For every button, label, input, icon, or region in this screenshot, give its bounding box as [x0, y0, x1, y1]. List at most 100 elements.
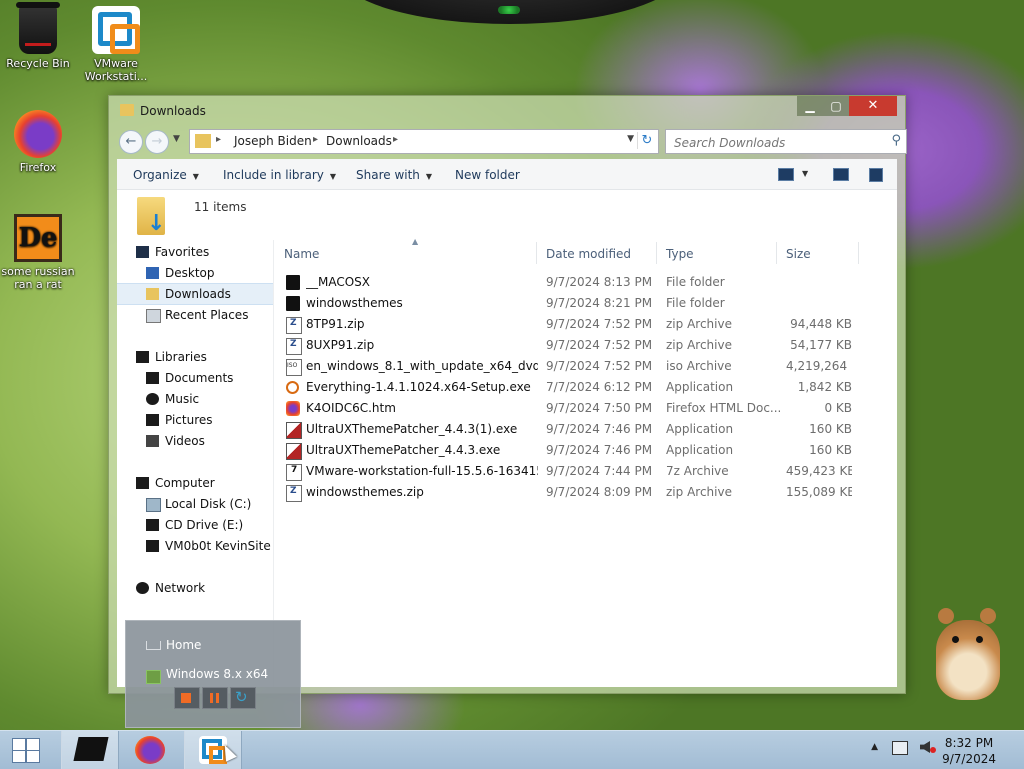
clock[interactable]: 8:32 PM 9/7/2024 [942, 735, 996, 767]
file-row[interactable]: en_windows_8.1_with_update_x64_dvd_6... 9… [274, 356, 897, 377]
nav-videos[interactable]: Videos [117, 431, 273, 451]
nav-recent-places[interactable]: Recent Places [117, 305, 273, 325]
address-dropdown-icon[interactable]: ▼ [627, 134, 634, 144]
desktop-icon-recycle-bin[interactable]: Recycle Bin [0, 2, 76, 70]
popup-vm[interactable]: Windows 8.x x64 [166, 667, 268, 681]
file-row[interactable]: Everything-1.4.1.1024.x64-Setup.exe 7/7/2… [274, 377, 897, 398]
nav-network-share[interactable]: VM0b0t KevinSite [117, 536, 273, 556]
nav-network[interactable]: Network [117, 578, 273, 598]
sort-ascending-icon: ▲ [412, 237, 419, 246]
column-size[interactable]: Size [776, 240, 856, 266]
minimize-button[interactable]: ▁ [797, 96, 823, 116]
file-row[interactable]: 8UXP91.zip 9/7/2024 7:52 PM zip Archive 54,… [274, 335, 897, 356]
file-type: zip Archive [666, 338, 732, 352]
file-row[interactable]: K4OIDC6C.htm 9/7/2024 7:50 PM Firefox HTML… [274, 398, 897, 419]
stop-button[interactable] [174, 687, 200, 709]
vm-icon [146, 670, 161, 684]
share-with-menu[interactable]: Share with ▼ [356, 168, 432, 182]
forward-button[interactable]: → [145, 130, 169, 154]
taskbar-terminal[interactable] [61, 731, 119, 769]
file-size: 0 KB [824, 401, 852, 415]
help-icon[interactable] [869, 168, 883, 182]
title-bar[interactable]: Downloads ▁ ▢ ✕ [109, 96, 905, 122]
zip-icon [286, 338, 302, 355]
explorer-content: Organize ▼ Include in library ▼ Share with… [117, 159, 897, 687]
taskbar-firefox[interactable] [123, 731, 179, 769]
search-box[interactable]: ⚲ [665, 129, 907, 154]
clock-date: 9/7/2024 [942, 752, 996, 766]
close-button[interactable]: ✕ [849, 96, 897, 116]
column-label: Name [284, 247, 320, 261]
file-date: 9/7/2024 7:44 PM [546, 464, 653, 478]
file-size: 1,842 KB [797, 380, 852, 394]
network-icon [136, 582, 149, 594]
file-date: 9/7/2024 8:13 PM [546, 275, 653, 289]
nav-local-disk[interactable]: Local Disk (C:) [117, 494, 273, 514]
breadcrumb-separator-icon[interactable]: ▸ [393, 134, 398, 145]
desktop-icon-firefox[interactable]: Firefox [0, 110, 76, 174]
pause-button[interactable] [202, 687, 228, 709]
computer-icon [136, 477, 149, 489]
column-type[interactable]: Type [656, 240, 776, 266]
volume-icon[interactable] [920, 741, 930, 753]
file-date: 9/7/2024 8:21 PM [546, 296, 653, 310]
preview-pane-icon[interactable] [833, 168, 849, 181]
breadcrumb-separator-icon[interactable]: ▸ [313, 134, 318, 145]
column-name[interactable]: Name ▲ [274, 237, 534, 266]
column-date-modified[interactable]: Date modified [536, 240, 656, 266]
nav-documents[interactable]: Documents [117, 368, 273, 388]
file-row[interactable]: 8TP91.zip 9/7/2024 7:52 PM zip Archive 94,4… [274, 314, 897, 335]
nav-desktop[interactable]: Desktop [117, 263, 273, 283]
address-bar[interactable]: ▸ Joseph Biden ▸ Downloads ▸ ▼ ↻ [189, 129, 659, 154]
breadcrumb-separator-icon[interactable]: ▸ [216, 134, 221, 145]
file-row[interactable]: VMware-workstation-full-15.5.6-1634150..… [274, 461, 897, 482]
file-size: 155,089 KB [786, 485, 852, 499]
maximize-button[interactable]: ▢ [823, 96, 849, 116]
folder-icon [286, 275, 300, 290]
breadcrumb-downloads[interactable]: Downloads [326, 134, 392, 148]
include-in-library-menu[interactable]: Include in library ▼ [223, 168, 336, 182]
file-name: UltraUXThemePatcher_4.4.3(1).exe [306, 422, 518, 436]
libraries-icon [136, 351, 149, 363]
nav-libraries[interactable]: Libraries [117, 347, 273, 367]
nav-cd-drive[interactable]: CD Drive (E:) [117, 515, 273, 535]
new-folder-button[interactable]: New folder [455, 168, 520, 182]
caption-buttons: ▁ ▢ ✕ [797, 96, 897, 116]
desktop-icon-de[interactable]: De some russian ran a rat [0, 214, 76, 291]
vmware-icon [92, 6, 140, 54]
file-type: zip Archive [666, 317, 732, 331]
file-row[interactable]: UltraUXThemePatcher_4.4.3(1).exe 9/7/2024… [274, 419, 897, 440]
organize-menu[interactable]: Organize ▼ [133, 168, 199, 182]
nav-music[interactable]: Music [117, 389, 273, 409]
network-status-icon[interactable] [892, 741, 908, 755]
column-label: Size [786, 247, 811, 261]
breadcrumb-joseph-biden[interactable]: Joseph Biden [234, 134, 312, 148]
column-label: Type [666, 247, 694, 261]
search-icon[interactable]: ⚲ [891, 133, 901, 148]
folder-icon [286, 296, 300, 311]
popup-home[interactable]: Home [166, 638, 201, 652]
file-row[interactable]: __MACOSX 9/7/2024 8:13 PM File folder [274, 272, 897, 293]
file-row[interactable]: windowsthemes 9/7/2024 8:21 PM File folder [274, 293, 897, 314]
7z-icon [286, 464, 302, 481]
back-button[interactable]: ← [119, 130, 143, 154]
nav-downloads[interactable]: Downloads [117, 283, 273, 305]
nav-label: Recent Places [165, 308, 249, 322]
search-input[interactable] [672, 132, 876, 153]
home-icon [146, 641, 161, 650]
nav-computer[interactable]: Computer [117, 473, 273, 493]
desktop-icon-vmware[interactable]: VMware Workstati... [78, 6, 154, 83]
refresh-icon[interactable]: ↻ [637, 132, 656, 149]
nav-favorites[interactable]: Favorites [117, 242, 273, 262]
start-button[interactable] [10, 737, 42, 763]
change-view-icon[interactable] [778, 168, 794, 181]
file-row[interactable]: UltraUXThemePatcher_4.4.3.exe 9/7/2024 7:… [274, 440, 897, 461]
chevron-down-icon[interactable]: ▼ [802, 169, 808, 178]
restart-button[interactable]: ↻ [230, 687, 256, 709]
show-hidden-icons-icon[interactable]: ▲ [871, 742, 878, 752]
nav-label: Network [155, 581, 206, 595]
recent-locations-dropdown[interactable]: ▼ [173, 134, 180, 144]
file-date: 9/7/2024 7:52 PM [546, 338, 653, 352]
file-row[interactable]: windowsthemes.zip 9/7/2024 8:09 PM zip Arc… [274, 482, 897, 503]
nav-pictures[interactable]: Pictures [117, 410, 273, 430]
